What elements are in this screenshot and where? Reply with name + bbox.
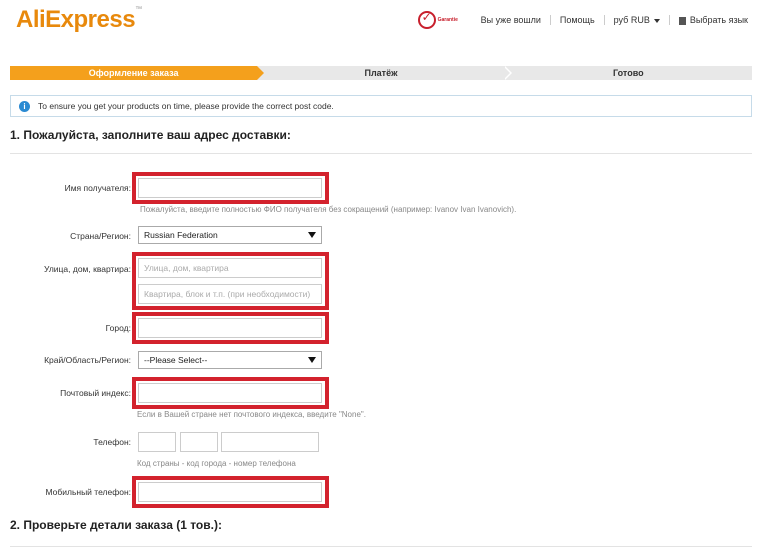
top-links: Garantie Вы уже вошли Помощь руб RUB Выб… bbox=[417, 9, 757, 31]
highlight-box bbox=[132, 172, 329, 204]
mobile-label: Мобильный телефон: bbox=[45, 487, 131, 497]
zip-hint: Если в Вашей стране нет почтового индекс… bbox=[137, 410, 366, 419]
city-label: Город: bbox=[105, 323, 131, 333]
name-label: Имя получателя: bbox=[64, 183, 131, 193]
currency-selector[interactable]: руб RUB bbox=[605, 15, 670, 25]
step-order: Оформление заказа bbox=[10, 66, 265, 80]
info-icon: i bbox=[19, 100, 30, 112]
checkout-steps: Оформление заказа Платёж Готово bbox=[10, 66, 752, 80]
highlight-box bbox=[132, 476, 329, 508]
region-select[interactable]: --Please Select-- bbox=[138, 351, 322, 369]
chevron-down-icon bbox=[308, 357, 316, 363]
step-payment: Платёж bbox=[257, 66, 512, 80]
language-selector[interactable]: Выбрать язык bbox=[670, 15, 757, 25]
street-label: Улица, дом, квартира: bbox=[44, 264, 131, 274]
section-2-title: 2. Проверьте детали заказа (1 тов.): bbox=[10, 518, 222, 532]
phone-number-input[interactable] bbox=[221, 432, 319, 452]
logged-in-link[interactable]: Вы уже вошли bbox=[472, 15, 551, 25]
flag-icon bbox=[678, 16, 686, 25]
highlight-box bbox=[132, 377, 329, 409]
highlight-box bbox=[132, 252, 329, 310]
section-1-title: 1. Пожалуйста, заполните ваш адрес доста… bbox=[10, 128, 291, 142]
phone-hint: Код страны - код города - номер телефона bbox=[137, 459, 296, 468]
check-icon bbox=[417, 10, 436, 29]
notice-text: To ensure you get your products on time,… bbox=[38, 101, 334, 111]
guarantee-badge: Garantie bbox=[417, 9, 462, 31]
divider bbox=[10, 546, 752, 547]
zip-label: Почтовый индекс: bbox=[60, 388, 131, 398]
phone-country-code-input[interactable] bbox=[138, 432, 176, 452]
phone-area-code-input[interactable] bbox=[180, 432, 218, 452]
help-link[interactable]: Помощь bbox=[551, 15, 605, 25]
highlight-box bbox=[132, 312, 329, 344]
divider bbox=[10, 153, 752, 154]
country-label: Страна/Регион: bbox=[70, 231, 131, 241]
step-done: Готово bbox=[504, 66, 752, 80]
post-code-notice: i To ensure you get your products on tim… bbox=[10, 95, 752, 117]
chevron-down-icon bbox=[308, 232, 316, 238]
name-hint: Пожалуйста, введите полностью ФИО получа… bbox=[140, 205, 517, 214]
region-label: Край/Область/Регион: bbox=[44, 355, 131, 365]
phone-label: Телефон: bbox=[93, 437, 131, 447]
aliexpress-logo[interactable]: AliExpress™ bbox=[16, 6, 142, 34]
chevron-down-icon bbox=[653, 18, 660, 23]
country-select[interactable]: Russian Federation bbox=[138, 226, 322, 244]
